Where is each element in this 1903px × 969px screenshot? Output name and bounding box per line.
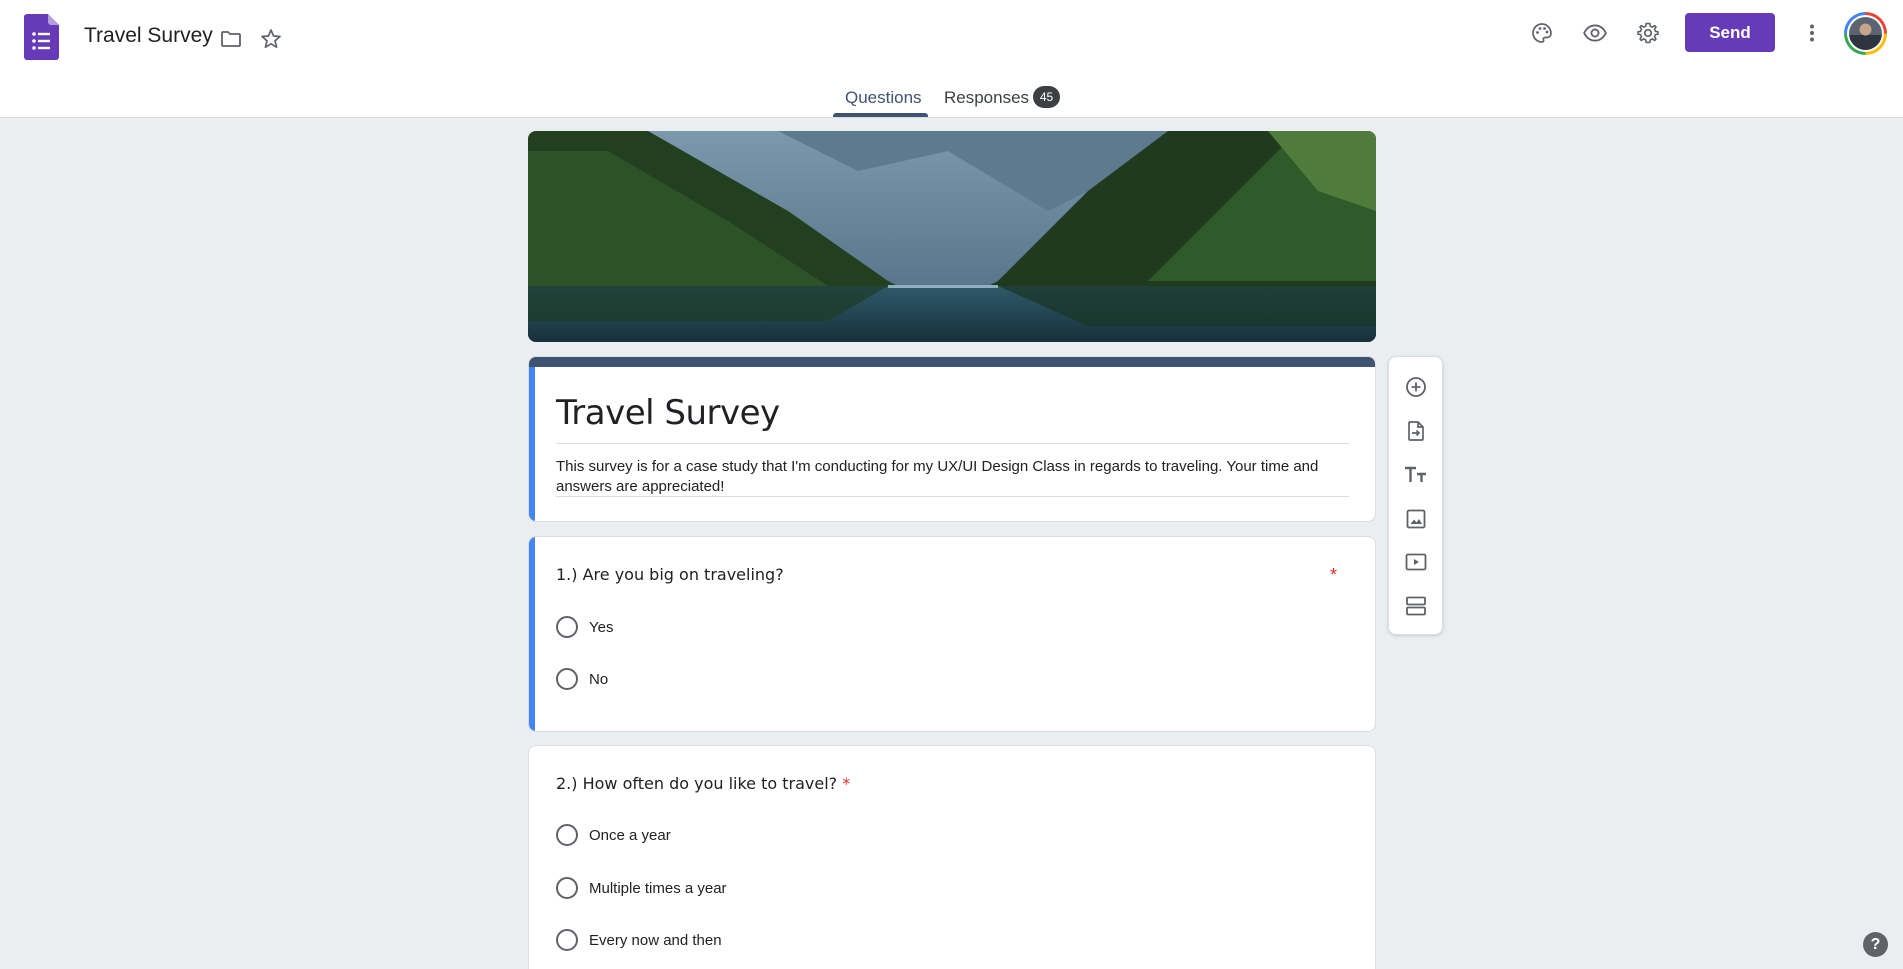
question-title[interactable]: 1.) Are you big on traveling? bbox=[556, 565, 784, 584]
more-vert-icon[interactable] bbox=[1792, 13, 1832, 53]
active-card-indicator bbox=[529, 537, 535, 731]
send-button[interactable]: Send bbox=[1685, 13, 1775, 52]
question-title: 2.) How often do you like to travel? bbox=[556, 774, 838, 793]
add-title-icon[interactable] bbox=[1401, 460, 1431, 490]
theme-color-bar bbox=[529, 357, 1375, 367]
radio-button[interactable] bbox=[556, 877, 578, 899]
title-underline bbox=[556, 443, 1349, 444]
responses-count-badge: 45 bbox=[1033, 86, 1060, 108]
option-label: Multiple times a year bbox=[589, 879, 727, 897]
form-title-card[interactable]: Travel Survey This survey is for a case … bbox=[528, 356, 1376, 522]
avatar[interactable] bbox=[1844, 12, 1887, 55]
radio-button[interactable] bbox=[556, 616, 578, 638]
option-label: Yes bbox=[589, 618, 614, 636]
option-label: Once a year bbox=[589, 826, 671, 844]
description-underline bbox=[556, 496, 1349, 497]
radio-button[interactable] bbox=[556, 824, 578, 846]
question-title-row[interactable]: 2.) How often do you like to travel? * bbox=[556, 774, 850, 793]
active-card-indicator bbox=[529, 367, 535, 521]
app-header: Travel Survey Send Questions Responses 4… bbox=[0, 0, 1903, 118]
add-question-icon[interactable] bbox=[1401, 372, 1431, 402]
star-icon[interactable] bbox=[251, 19, 291, 59]
forms-app-icon[interactable] bbox=[24, 14, 59, 60]
option-label: No bbox=[589, 670, 609, 688]
help-icon[interactable]: ? bbox=[1863, 932, 1888, 957]
radio-option[interactable]: No bbox=[556, 668, 608, 690]
radio-option[interactable]: Multiple times a year bbox=[556, 877, 727, 899]
radio-option[interactable]: Once a year bbox=[556, 824, 671, 846]
add-video-icon[interactable] bbox=[1401, 547, 1431, 577]
add-image-icon[interactable] bbox=[1401, 504, 1431, 534]
floating-toolbar bbox=[1388, 356, 1443, 635]
eye-icon[interactable] bbox=[1575, 13, 1615, 53]
folder-icon[interactable] bbox=[211, 19, 251, 59]
required-mark: * bbox=[1330, 565, 1338, 585]
radio-button[interactable] bbox=[556, 929, 578, 951]
question-card-1[interactable]: 1.) Are you big on traveling? * Yes No bbox=[528, 536, 1376, 732]
tab-responses[interactable]: Responses bbox=[944, 88, 1029, 108]
radio-button[interactable] bbox=[556, 668, 578, 690]
option-label: Every now and then bbox=[589, 931, 722, 949]
tab-active-indicator bbox=[833, 113, 928, 117]
import-questions-icon[interactable] bbox=[1401, 416, 1431, 446]
add-section-icon[interactable] bbox=[1401, 591, 1431, 621]
tab-questions[interactable]: Questions bbox=[845, 88, 922, 108]
radio-option[interactable]: Yes bbox=[556, 616, 613, 638]
form-description[interactable]: This survey is for a case study that I'm… bbox=[556, 457, 1356, 497]
required-mark: * bbox=[842, 774, 851, 793]
form-title[interactable]: Travel Survey bbox=[556, 393, 780, 433]
gear-icon[interactable] bbox=[1628, 13, 1668, 53]
document-title[interactable]: Travel Survey bbox=[84, 24, 213, 48]
palette-icon[interactable] bbox=[1522, 13, 1562, 53]
question-card-2[interactable]: 2.) How often do you like to travel? * O… bbox=[528, 745, 1376, 969]
radio-option[interactable]: Every now and then bbox=[556, 929, 722, 951]
header-banner-image bbox=[528, 131, 1376, 342]
